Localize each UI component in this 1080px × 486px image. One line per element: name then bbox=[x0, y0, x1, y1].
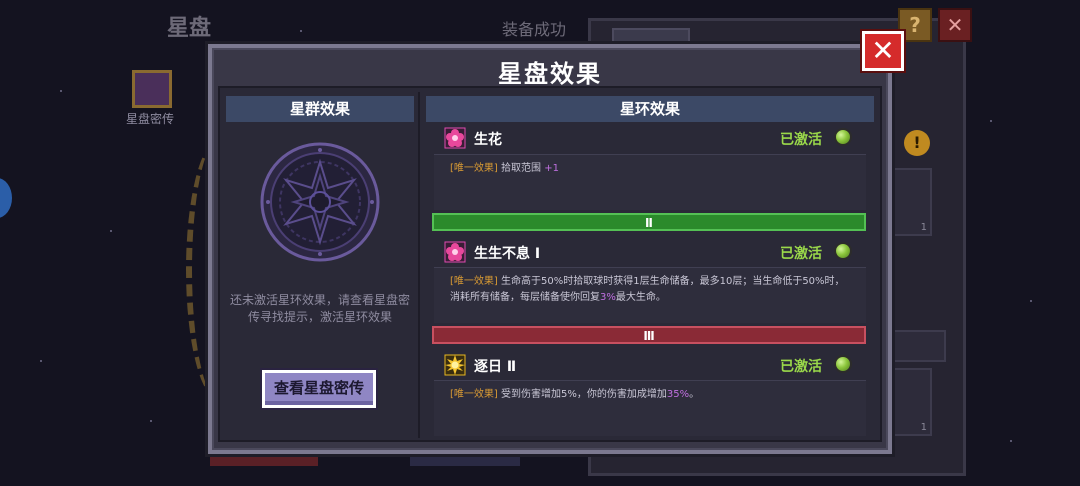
effect-status: 已激活 bbox=[780, 359, 822, 375]
equipment-slot[interactable]: 1 bbox=[892, 168, 932, 236]
star bbox=[110, 230, 112, 232]
equipment-slot[interactable]: 1 bbox=[892, 368, 932, 436]
status-text: 装备成功 bbox=[502, 20, 567, 39]
effect-text: 拾取范围 bbox=[501, 163, 541, 174]
unique-effect-tag: [唯一效果] bbox=[450, 163, 498, 174]
effect-description: [唯一效果] 拾取范围 +1 bbox=[434, 154, 866, 210]
equipment-slot[interactable] bbox=[892, 330, 946, 362]
effect-row: 生花 已激活 bbox=[434, 124, 866, 154]
side-expand-button[interactable] bbox=[0, 178, 12, 218]
effect-status: 已激活 bbox=[780, 246, 822, 262]
constellation-effects-header: 星群效果 bbox=[226, 96, 414, 122]
star bbox=[300, 30, 302, 32]
effect-text-tail: 最大生命。 bbox=[615, 292, 666, 303]
active-orb-icon[interactable] bbox=[834, 355, 852, 373]
tier-divider-3: Ⅲ bbox=[432, 326, 866, 344]
tier-divider-2: Ⅱ bbox=[432, 213, 866, 231]
dialog-title: 星盘效果 bbox=[498, 60, 602, 88]
effect-name: 生生不息 Ⅰ bbox=[474, 246, 541, 262]
inactive-hint-text: 还未激活星环效果，请查看星盘密传寻找提示，激活星环效果 bbox=[229, 293, 410, 324]
bottom-tab[interactable] bbox=[210, 452, 318, 466]
effect-highlight: 35% bbox=[666, 389, 690, 400]
effect-text: 受到伤害增加5%，你的伤害加成增加 bbox=[501, 389, 667, 400]
unique-effect-tag: [唯一效果] bbox=[450, 389, 498, 400]
close-button[interactable]: ✕ bbox=[862, 31, 904, 71]
slot-count: 1 bbox=[920, 422, 927, 433]
effect-row: 逐日 Ⅱ 已激活 bbox=[434, 351, 866, 381]
warning-icon[interactable]: ! bbox=[904, 130, 930, 156]
effect-description: [唯一效果] 受到伤害增加5%，你的伤害加成增加35%。 bbox=[434, 380, 866, 436]
unique-effect-tag: [唯一效果] bbox=[450, 276, 498, 287]
active-orb-icon[interactable] bbox=[834, 128, 852, 146]
ring-effects-header: 星环效果 bbox=[426, 96, 874, 122]
star bbox=[1030, 300, 1032, 302]
star-disk-sigil-icon bbox=[260, 142, 380, 262]
screen-close-button[interactable]: ✕ bbox=[938, 8, 972, 42]
view-star-disk-lore-button[interactable]: 查看星盘密传 bbox=[262, 370, 376, 408]
star bbox=[990, 120, 992, 122]
effect-name: 逐日 Ⅱ bbox=[474, 359, 517, 375]
effect-row: 生生不息 Ⅰ 已激活 bbox=[434, 238, 866, 268]
star bbox=[60, 90, 62, 92]
bottom-tab[interactable] bbox=[410, 452, 520, 466]
effect-highlight: +1 bbox=[544, 163, 559, 174]
sun-icon bbox=[444, 354, 466, 376]
slot-count: 1 bbox=[920, 222, 927, 233]
star bbox=[150, 420, 152, 422]
book-label: 星盘密传 bbox=[126, 112, 175, 126]
screen-title: 星盘 bbox=[167, 16, 212, 41]
effect-text-tail: 。 bbox=[689, 389, 700, 400]
active-orb-icon[interactable] bbox=[834, 242, 852, 260]
column-divider bbox=[418, 92, 420, 438]
effect-status: 已激活 bbox=[780, 132, 822, 148]
star bbox=[40, 360, 42, 362]
flower-icon bbox=[444, 241, 466, 263]
effect-description: [唯一效果] 生命高于50%时拾取球时获得1层生命储备，最多10层；当生命低于5… bbox=[434, 267, 866, 323]
effect-name: 生花 bbox=[474, 132, 502, 148]
book-icon[interactable] bbox=[132, 70, 172, 108]
star bbox=[1010, 440, 1012, 442]
flower-icon bbox=[444, 127, 466, 149]
effect-highlight: 3% bbox=[600, 292, 616, 303]
